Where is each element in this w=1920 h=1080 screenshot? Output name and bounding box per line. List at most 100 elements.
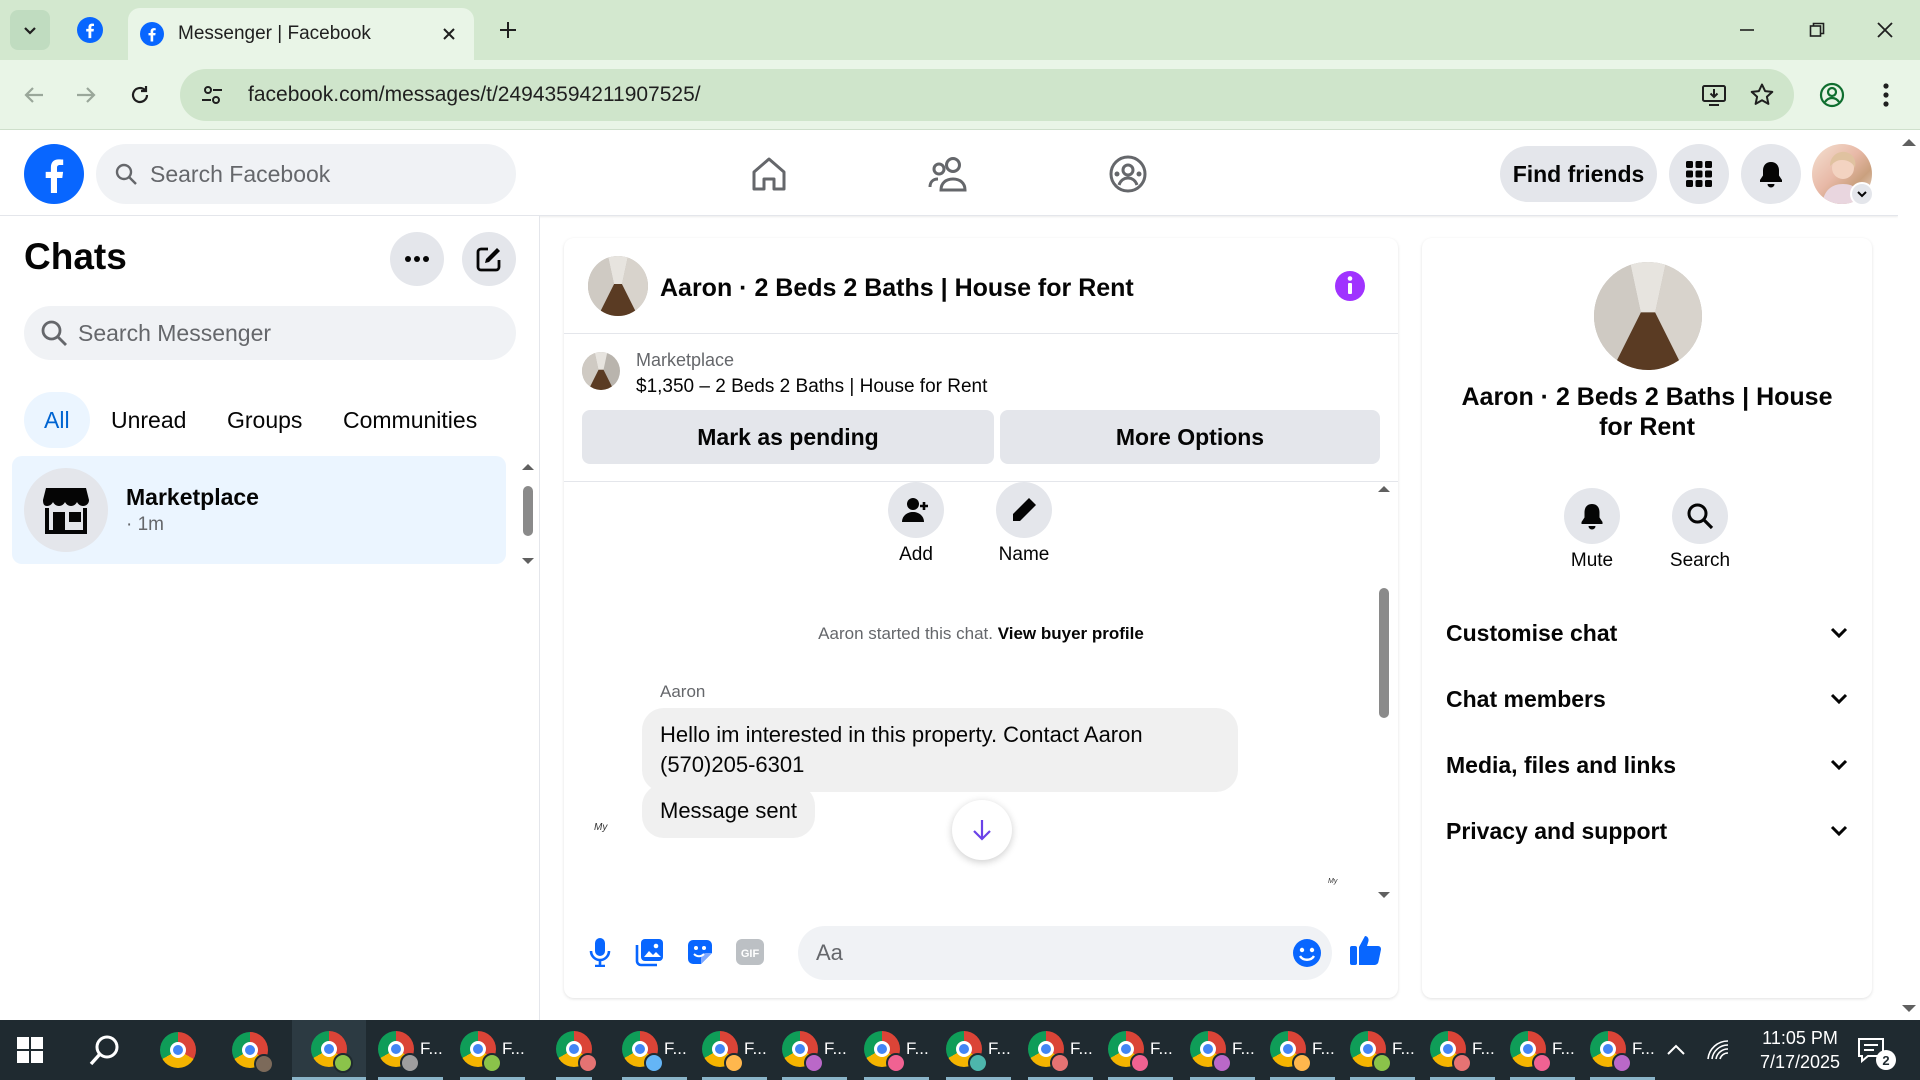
taskbar-window[interactable]: F... (1510, 1020, 1575, 1080)
facebook-search-box[interactable] (96, 144, 516, 204)
tab-search-button[interactable] (10, 10, 50, 50)
new-message-button[interactable] (462, 232, 516, 286)
view-buyer-profile-link[interactable]: View buyer profile (998, 624, 1144, 643)
taskbar-chrome-profile[interactable] (232, 1020, 274, 1080)
page-scrollbar[interactable] (1898, 130, 1920, 1020)
site-info-button[interactable] (186, 69, 238, 121)
listing-thumbnail[interactable] (582, 352, 620, 390)
taskbar-window[interactable]: F... (1590, 1020, 1655, 1080)
chrome-icon (782, 1030, 824, 1073)
listing-price-title[interactable]: $1,350 – 2 Beds 2 Baths | House for Rent (636, 376, 987, 398)
forward-button[interactable] (66, 75, 106, 115)
nav-home[interactable] (741, 146, 797, 202)
taskbar-window[interactable]: F... (702, 1020, 767, 1080)
chrome-icon (1108, 1030, 1150, 1073)
section-media-files-links[interactable]: Media, files and links (1446, 740, 1848, 790)
filter-tab-groups[interactable]: Groups (207, 392, 322, 448)
chat-list-item[interactable]: Marketplace · 1m (12, 456, 506, 564)
taskbar-window[interactable]: F... (1270, 1020, 1335, 1080)
account-menu-caret[interactable] (1850, 182, 1874, 206)
name-chat-button[interactable] (996, 482, 1052, 538)
info-icon[interactable] (1334, 270, 1366, 302)
scroll-to-bottom-button[interactable] (952, 800, 1012, 860)
browser-menu-button[interactable] (1866, 75, 1906, 115)
pinned-tab-facebook[interactable] (70, 12, 110, 48)
taskbar-window[interactable]: F... (622, 1020, 687, 1080)
message-composer[interactable] (798, 926, 1332, 980)
filter-tab-unread[interactable]: Unread (91, 392, 206, 448)
mute-button[interactable] (1564, 488, 1620, 544)
filter-tab-all[interactable]: All (24, 392, 90, 448)
gif-button[interactable]: GIF (732, 934, 768, 970)
filter-tab-communities[interactable]: Communities (323, 392, 497, 448)
taskbar-window[interactable]: F... (782, 1020, 847, 1080)
search-conversation-button[interactable] (1672, 488, 1728, 544)
taskbar-window[interactable]: F... (1190, 1020, 1255, 1080)
taskbar-window[interactable]: F... (1430, 1020, 1495, 1080)
taskbar-window[interactable]: F... (1028, 1020, 1093, 1080)
sticker-button[interactable] (682, 934, 718, 970)
start-button[interactable] (16, 1020, 44, 1080)
nav-groups[interactable] (1100, 146, 1156, 202)
chats-options-button[interactable] (390, 232, 444, 286)
profile-button[interactable] (1812, 75, 1852, 115)
taskbar-window[interactable]: F... (378, 1020, 443, 1080)
messenger-search-box[interactable] (24, 306, 516, 360)
message-input[interactable] (816, 940, 1256, 966)
conversation-pane: Aaron · 2 Beds 2 Baths | House for Rent … (564, 238, 1398, 998)
voice-clip-button[interactable] (582, 934, 618, 970)
menu-button[interactable] (1669, 144, 1729, 204)
tab-close-button[interactable] (436, 21, 462, 47)
thread-scrollbar[interactable] (1376, 482, 1392, 906)
mark-as-pending-button[interactable]: Mark as pending (582, 410, 994, 464)
taskbar-window[interactable]: F... (946, 1020, 1011, 1080)
conversation-title[interactable]: Aaron · 2 Beds 2 Baths | House for Rent (660, 274, 1134, 303)
new-tab-button[interactable] (490, 12, 526, 48)
show-hidden-icons-button[interactable] (1666, 1020, 1686, 1080)
taskbar-window[interactable] (556, 1020, 598, 1080)
section-privacy-support[interactable]: Privacy and support (1446, 806, 1848, 856)
chat-list-scrollbar[interactable] (520, 460, 536, 568)
attach-photo-button[interactable] (632, 934, 668, 970)
taskbar-label: F... (988, 1038, 1011, 1058)
notifications-button[interactable] (1741, 144, 1801, 204)
taskbar-window[interactable]: F... (1108, 1020, 1173, 1080)
incoming-message-bubble[interactable]: Hello im interested in this property. Co… (642, 708, 1238, 792)
bookmark-button[interactable] (1738, 71, 1786, 119)
outgoing-message-bubble[interactable]: Message sent (642, 784, 815, 838)
section-customise-chat[interactable]: Customise chat (1446, 608, 1848, 658)
emoji-button[interactable] (1292, 938, 1322, 968)
taskbar-chrome-active[interactable] (292, 1020, 366, 1080)
chat-info-avatar[interactable] (1594, 262, 1702, 370)
section-chat-members[interactable]: Chat members (1446, 674, 1848, 724)
facebook-search-input[interactable] (150, 160, 490, 188)
nav-friends[interactable] (920, 146, 976, 202)
listing-source: Marketplace (636, 350, 735, 370)
url-text[interactable]: facebook.com/messages/t/2494359421190752… (248, 83, 1690, 107)
minimize-icon (1740, 29, 1754, 31)
messenger-search-input[interactable] (78, 319, 498, 347)
tab-messenger[interactable]: Messenger | Facebook (128, 8, 474, 60)
more-options-button[interactable]: More Options (1000, 410, 1380, 464)
chevron-up-icon (1667, 1044, 1685, 1055)
notification-center-button[interactable]: 2 (1856, 1020, 1896, 1080)
reload-button[interactable] (120, 75, 160, 115)
install-app-button[interactable] (1690, 71, 1738, 119)
taskbar-window[interactable]: F... (460, 1020, 525, 1080)
network-status[interactable] (1706, 1020, 1730, 1080)
close-window-button[interactable] (1862, 10, 1908, 50)
add-people-button[interactable] (888, 482, 944, 538)
conversation-avatar[interactable] (588, 256, 648, 316)
address-bar[interactable]: facebook.com/messages/t/2494359421190752… (180, 69, 1794, 121)
like-button[interactable] (1348, 932, 1384, 968)
find-friends-button[interactable]: Find friends (1500, 146, 1657, 202)
restore-button[interactable] (1794, 10, 1840, 50)
taskbar-chrome[interactable] (160, 1020, 196, 1080)
clock[interactable]: 11:05 PM 7/17/2025 (1740, 1026, 1860, 1074)
taskbar-window[interactable]: F... (864, 1020, 929, 1080)
facebook-logo-icon[interactable] (24, 144, 84, 204)
back-button[interactable] (14, 75, 54, 115)
taskbar-search-button[interactable] (88, 1020, 122, 1080)
minimize-button[interactable] (1724, 10, 1770, 50)
taskbar-window[interactable]: F... (1350, 1020, 1415, 1080)
